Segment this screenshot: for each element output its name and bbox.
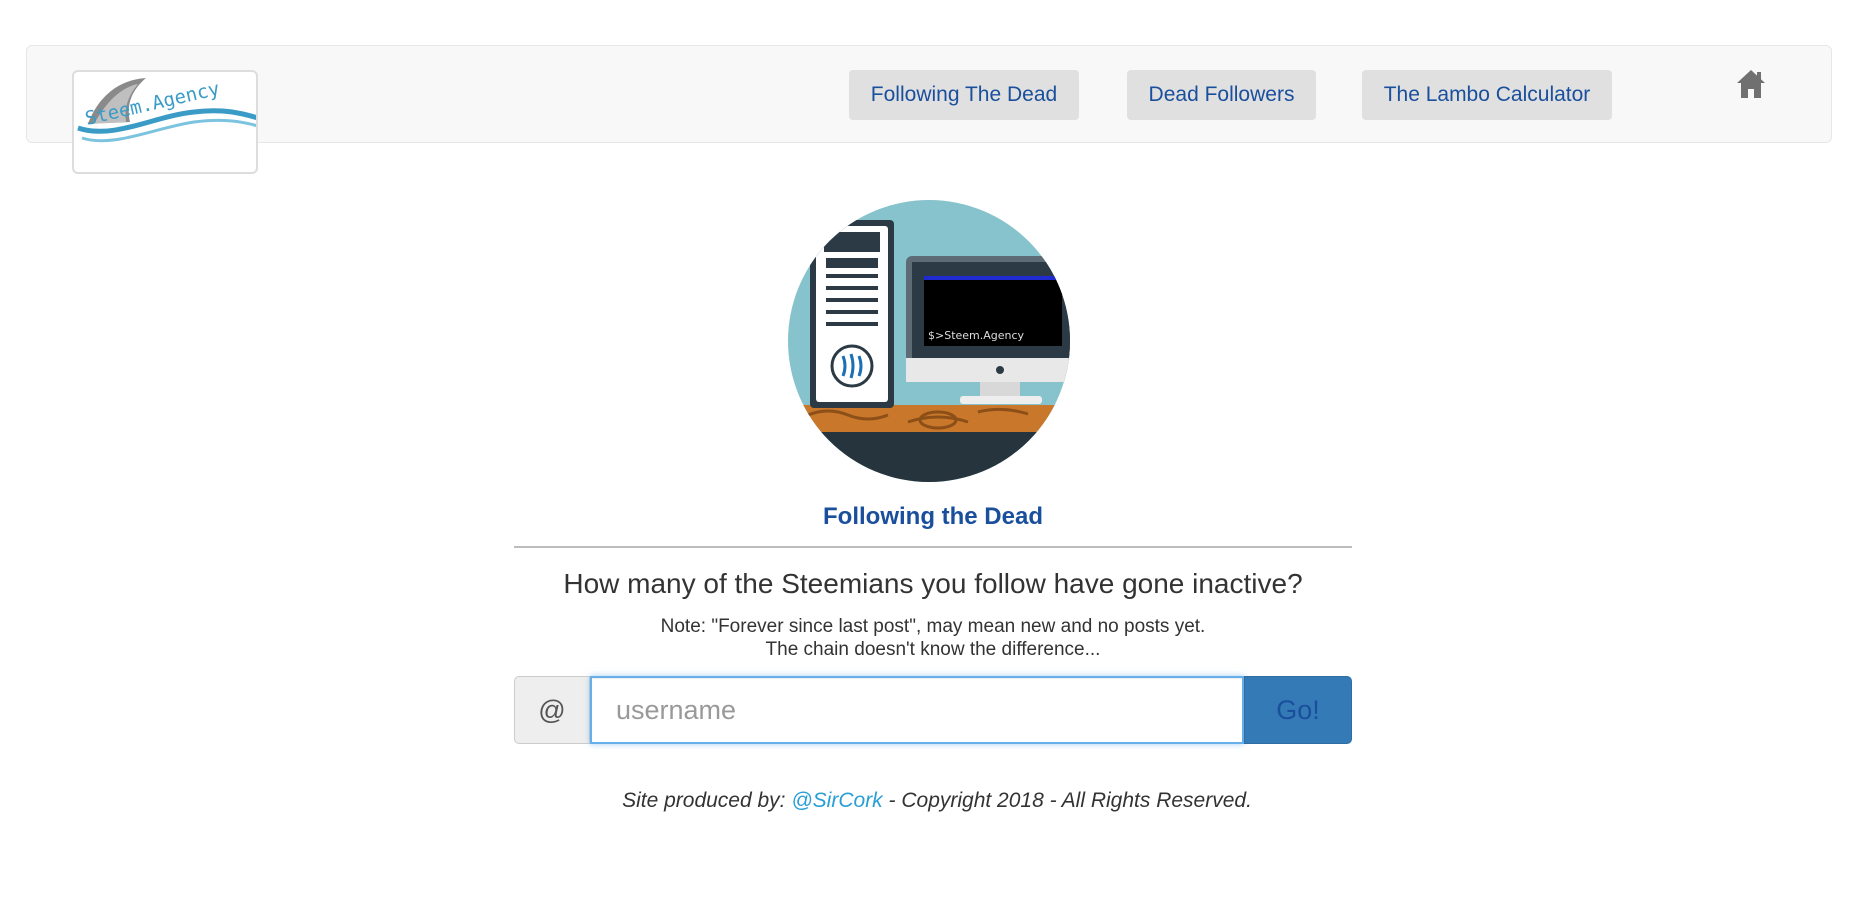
nav-following-the-dead[interactable]: Following The Dead bbox=[849, 70, 1079, 120]
footer-suffix: - Copyright 2018 - All Rights Reserved. bbox=[882, 789, 1252, 812]
at-prefix: @ bbox=[514, 676, 590, 744]
home-icon[interactable] bbox=[1736, 68, 1766, 100]
note-text: Note: "Forever since last post", may mea… bbox=[514, 615, 1352, 661]
site-logo[interactable]: Steem.Agency bbox=[72, 70, 258, 174]
question-text: How many of the Steemians you follow hav… bbox=[563, 568, 1303, 599]
note-line-2: The chain doesn't know the difference... bbox=[765, 639, 1101, 660]
note-line-1: Note: "Forever since last post", may mea… bbox=[660, 616, 1206, 637]
username-input[interactable] bbox=[590, 676, 1244, 744]
hero-illustration: $>Steem.Agency bbox=[788, 200, 1070, 482]
terminal-text: $>Steem.Agency bbox=[928, 329, 1025, 342]
page-title: Following the Dead bbox=[823, 503, 1043, 530]
nav-lambo-calculator[interactable]: The Lambo Calculator bbox=[1362, 70, 1612, 120]
author-link[interactable]: @SirCork bbox=[791, 789, 882, 812]
username-input-group: @ Go! bbox=[514, 676, 1352, 744]
divider bbox=[514, 546, 1352, 548]
go-button[interactable]: Go! bbox=[1244, 676, 1352, 744]
nav-dead-followers[interactable]: Dead Followers bbox=[1127, 70, 1316, 120]
footer: Site produced by: @SirCork - Copyright 2… bbox=[0, 789, 1874, 813]
footer-prefix: Site produced by: bbox=[622, 789, 792, 812]
